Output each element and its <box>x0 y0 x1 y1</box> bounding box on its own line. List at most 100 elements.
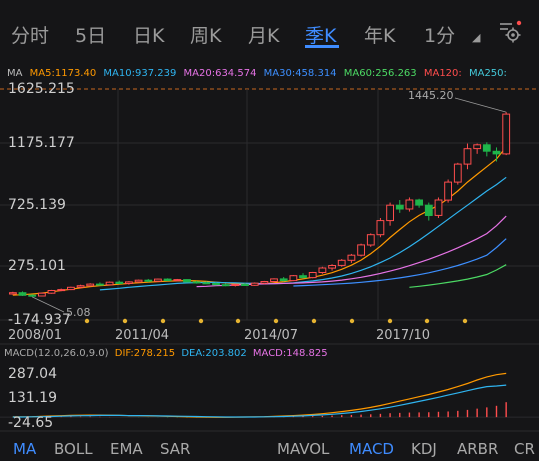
macd-legend: MACD(12.0,26.0,9.0) DIF:278.215 DEA:203.… <box>4 348 331 359</box>
candle <box>492 150 501 155</box>
candle <box>241 284 249 286</box>
high-pointer-line <box>454 97 507 113</box>
candle <box>318 267 327 273</box>
price-axis-label-min: -174.937 <box>8 312 71 328</box>
indicator-tab-boll[interactable]: BOLL <box>54 440 93 458</box>
candle <box>357 244 366 256</box>
ma20-line <box>196 215 507 288</box>
candle <box>502 113 511 155</box>
candle <box>337 259 346 266</box>
candle <box>279 278 288 282</box>
event-marker-dot <box>273 318 279 324</box>
macd-axis-label-min: -24.65 <box>8 415 54 431</box>
candle <box>183 279 191 283</box>
price-axis-label: 725.139 <box>8 197 66 213</box>
event-marker-dot <box>122 318 128 324</box>
candle <box>376 220 385 236</box>
low-price-annotation: 5.08 <box>66 306 91 319</box>
time-axis-label: 2008/01 <box>8 328 63 343</box>
candle <box>57 289 66 292</box>
macd-params: MACD(12.0,26.0,9.0) <box>4 348 109 359</box>
macd-axis-label-max: 287.04 <box>8 366 57 382</box>
candle <box>434 199 443 216</box>
candle <box>231 284 240 286</box>
indicator-tab-bar: MA BOLL EMA SAR MAVOL MACD KDJ ARBR CR <box>0 432 539 461</box>
event-marker-dot <box>235 318 241 324</box>
candle <box>308 272 317 279</box>
indicator-tab-sar[interactable]: SAR <box>160 440 190 458</box>
candle <box>453 163 462 183</box>
price-axis-label: 1175.177 <box>8 135 75 151</box>
candle <box>154 278 162 282</box>
macd-dea-value: DEA:203.802 <box>181 348 247 359</box>
candle <box>67 286 75 291</box>
candle <box>260 281 269 284</box>
event-marker-dot <box>84 318 90 324</box>
candle <box>366 234 375 246</box>
candle <box>482 144 491 152</box>
candle <box>173 279 182 282</box>
price-axis-label-max: 1625.215 <box>8 81 75 97</box>
time-axis-label: 2011/04 <box>115 328 170 343</box>
candle <box>163 278 172 282</box>
candle <box>202 282 211 285</box>
candle <box>212 282 220 286</box>
candle <box>405 199 414 210</box>
event-marker-dot <box>349 318 355 324</box>
candle <box>38 292 46 297</box>
candle <box>115 281 124 285</box>
candle <box>347 254 356 261</box>
indicator-tab-cr[interactable]: CR <box>514 440 535 458</box>
macd-dea-line <box>12 384 507 418</box>
candle <box>47 290 56 294</box>
candle <box>96 283 104 286</box>
macd-dif-value: DIF:278.215 <box>114 348 176 359</box>
event-marker-dot <box>198 318 204 324</box>
ma60-line <box>409 264 507 288</box>
candle <box>125 281 133 284</box>
indicator-tab-ma[interactable]: MA <box>13 440 36 458</box>
candle <box>76 285 85 288</box>
candle <box>328 265 337 269</box>
event-marker-dot <box>160 318 166 324</box>
indicator-tab-arbr[interactable]: ARBR <box>457 440 498 458</box>
candle <box>250 282 259 286</box>
high-price-annotation: 1445.20 <box>408 89 454 102</box>
ma5-line <box>12 146 507 296</box>
candle <box>289 275 298 282</box>
candle <box>144 279 153 282</box>
candle <box>395 204 404 210</box>
candle <box>463 148 472 165</box>
low-pointer-line <box>32 296 65 313</box>
time-axis-label: 2014/07 <box>244 328 299 343</box>
indicator-tab-mavol[interactable]: MAVOL <box>277 440 329 458</box>
indicator-tab-ema[interactable]: EMA <box>110 440 143 458</box>
candle <box>424 204 433 216</box>
candle <box>270 278 278 282</box>
kline-chart[interactable] <box>0 0 539 461</box>
candle <box>134 279 143 283</box>
candle <box>299 275 307 279</box>
indicator-tab-macd[interactable]: MACD <box>349 440 394 458</box>
event-marker-dot <box>387 318 393 324</box>
candle <box>386 204 395 222</box>
candle <box>105 281 114 286</box>
event-marker-dot <box>311 318 317 324</box>
candle <box>18 292 27 296</box>
candle <box>28 294 37 297</box>
event-marker-dot <box>462 318 468 324</box>
time-axis-label: 2017/10 <box>376 328 431 343</box>
price-axis-label: 275.101 <box>8 258 66 274</box>
candle <box>221 284 230 287</box>
candle <box>192 281 201 284</box>
candle <box>473 144 482 150</box>
event-marker-dot <box>424 318 430 324</box>
candle <box>86 283 95 287</box>
candle <box>415 199 424 206</box>
candle <box>9 292 17 295</box>
macd-dif-line <box>12 372 507 418</box>
macd-hist-value: MACD:148.825 <box>252 348 328 359</box>
indicator-tab-kdj[interactable]: KDJ <box>411 440 437 458</box>
macd-axis-label-mid: 131.19 <box>8 390 57 406</box>
candle <box>444 181 453 201</box>
